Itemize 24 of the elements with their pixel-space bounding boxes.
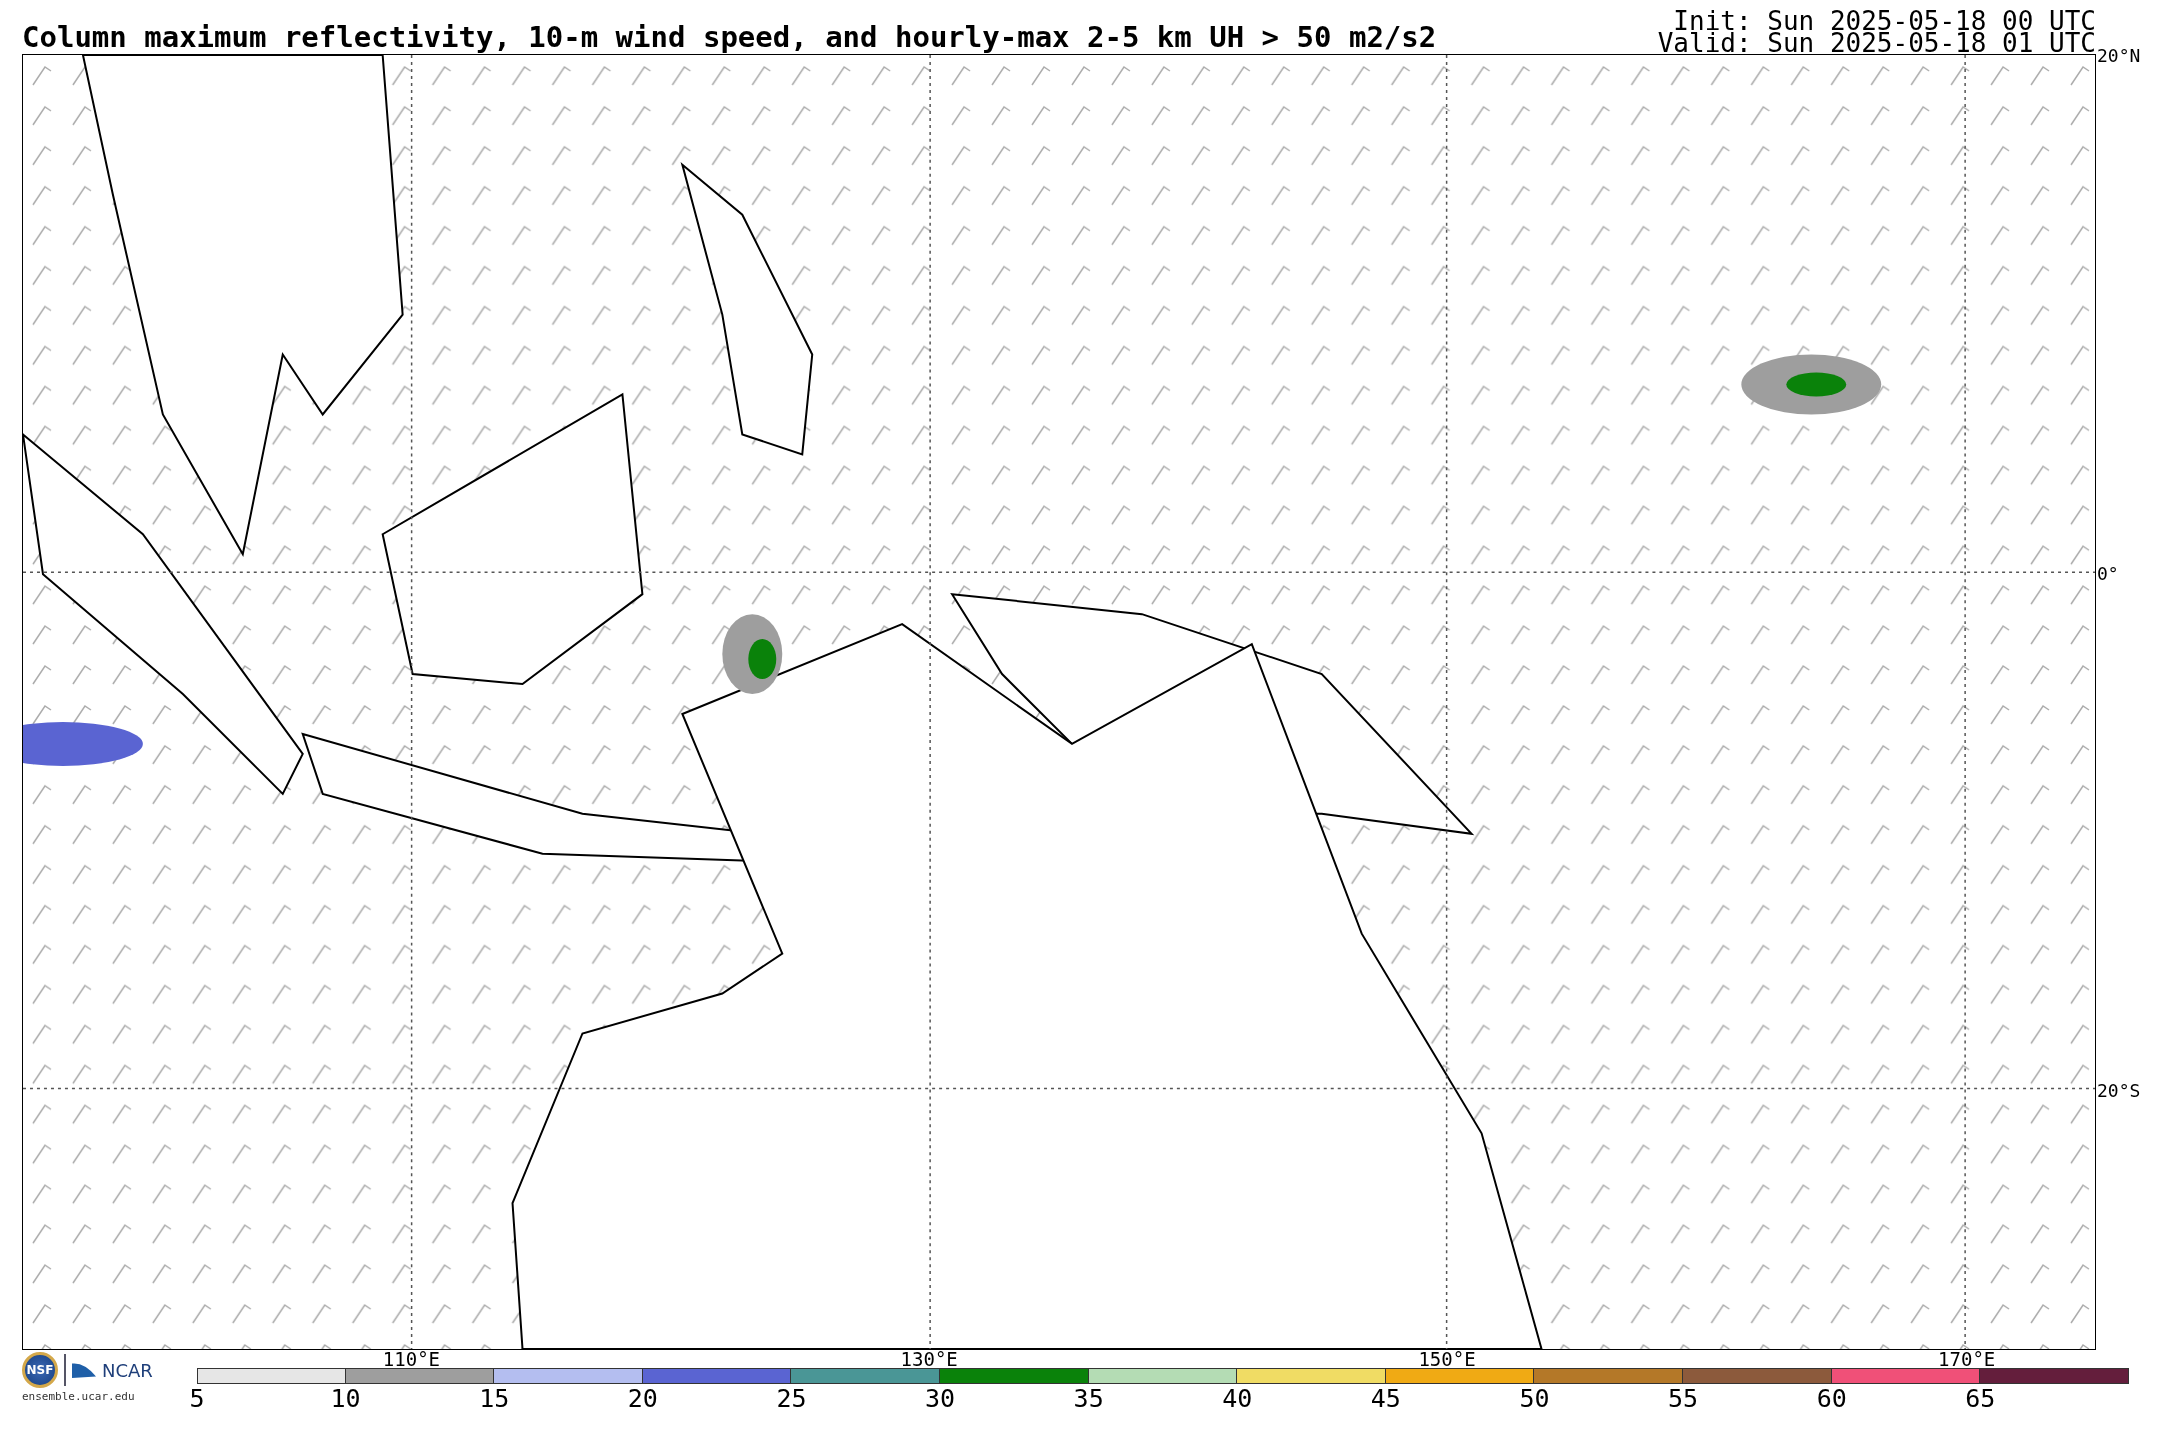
swoosh-icon <box>72 1362 96 1378</box>
valid-time: Valid: Sun 2025-05-18 01 UTC <box>1657 32 2096 54</box>
map-title: Column maximum reflectivity, 10-m wind speed, and hourly-max 2-5 km UH > 50 m2/s2 <box>22 20 1437 54</box>
colorbar-label: 60 <box>1816 1384 1847 1414</box>
colorbar-label: 20 <box>627 1384 658 1414</box>
longitude-label: 170°E <box>1938 1350 1996 1368</box>
colorbar-label: 35 <box>1073 1384 1104 1414</box>
colorbar-label: 65 <box>1965 1384 1996 1414</box>
colorbar-label: 30 <box>925 1384 956 1414</box>
init-time: Init: Sun 2025-05-18 00 UTC <box>1673 10 2096 32</box>
nsf-logo: NSF <box>22 1352 58 1388</box>
longitude-label: 150°E <box>1418 1350 1476 1368</box>
ncar-logo: NCAR <box>102 1359 153 1381</box>
colorbar-label: 25 <box>776 1384 807 1414</box>
colorbar-label: 45 <box>1370 1384 1401 1414</box>
colorbar-label: 40 <box>1222 1384 1253 1414</box>
website-url: ensemble.ucar.edu <box>22 1390 136 1403</box>
longitude-label: 110°E <box>382 1350 441 1368</box>
colorbar-label: 55 <box>1668 1384 1699 1414</box>
colorbar-label: 50 <box>1519 1384 1550 1414</box>
colorbar-label: 10 <box>330 1384 361 1414</box>
longitude-label: 130°E <box>900 1350 958 1368</box>
colorbar-label: 5 <box>189 1384 205 1414</box>
colorbar-label: 15 <box>479 1384 510 1414</box>
